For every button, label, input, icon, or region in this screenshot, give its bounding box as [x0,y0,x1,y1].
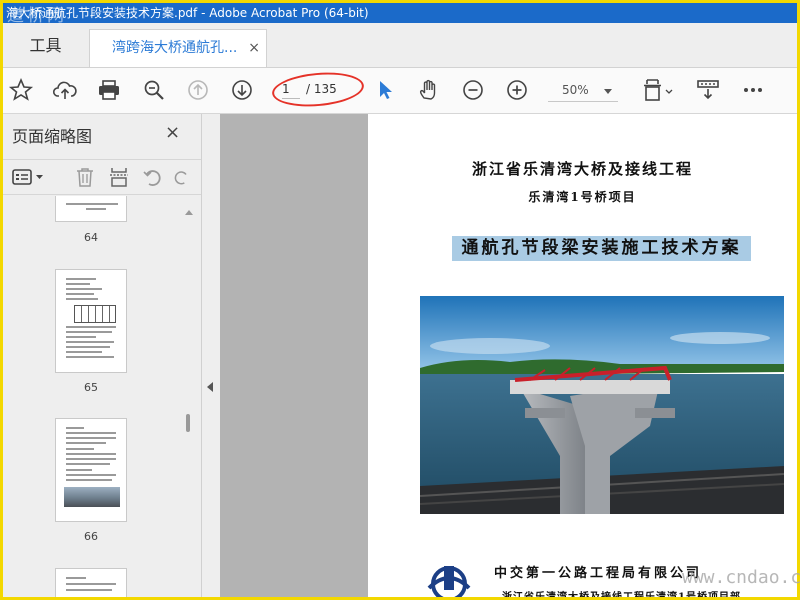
page-thumbnail[interactable] [55,568,127,597]
bridge-photo-image [420,296,784,514]
zoom-in-button[interactable] [501,74,533,106]
rotate-right-icon [174,171,187,185]
page-thumbnail[interactable] [55,418,127,522]
plus-circle-icon [507,80,527,100]
main-toolbar: 1 / 135 50% [3,68,797,114]
close-panel-icon[interactable]: × [165,122,180,143]
arrow-down-circle-icon [232,80,252,100]
more-icon [744,88,762,92]
scroll-up-icon[interactable] [185,210,193,215]
rotate-right-button[interactable] [171,166,191,188]
zoom-search-button[interactable] [138,74,170,106]
pdf-page: 浙江省乐清湾大桥及接线工程 乐清湾1号桥项目 通航孔节段梁安装施工技术方案 中交… [368,114,797,597]
hand-icon [419,79,436,100]
extract-page-icon [110,168,128,187]
tab-document-label: 湾跨海大桥通航孔... [112,40,238,56]
document-main-title: 通航孔节段梁安装施工技术方案 [452,236,751,261]
hand-tool-button[interactable] [413,74,445,106]
title-bar: 海大桥通航孔节段安装技术方案.pdf - Adobe Acrobat Pro (… [3,3,797,23]
page-navigator: 1 / 135 [270,69,366,110]
scroll-down-icon [697,80,719,100]
department-name: 浙江省乐清湾大桥及接线工程乐清湾1号桥项目部 [502,588,741,597]
scrollbar-thumb[interactable] [186,414,190,432]
document-heading: 浙江省乐清湾大桥及接线工程 [471,160,693,178]
page-thumbnails-panel: 页面缩略图 × 64 65 66 [3,114,202,597]
bookmark-star-button[interactable] [5,74,37,106]
trash-icon [77,168,93,187]
extract-pages-button[interactable] [107,166,131,188]
zoom-level-select[interactable]: 50% [548,81,618,102]
company-logo-icon [427,566,471,597]
tab-bar: 工具 湾跨海大桥通航孔... × [3,23,797,68]
arrow-up-circle-icon [188,80,208,100]
rotate-left-icon [143,170,161,186]
document-viewport[interactable]: 浙江省乐清湾大桥及接线工程 乐清湾1号桥项目 通航孔节段梁安装施工技术方案 中交… [220,114,797,597]
page-number-label: 64 [84,231,98,244]
document-subheading: 乐清湾1号桥项目 [528,190,637,204]
scroll-mode-button[interactable] [692,74,724,106]
cloud-upload-icon [52,81,77,99]
page-thumbnail[interactable] [55,269,127,373]
previous-page-button[interactable] [182,74,214,106]
zoom-level-value: 50% [562,83,589,97]
close-tab-icon[interactable]: × [248,30,260,66]
zoom-search-icon [144,80,164,100]
options-menu-button[interactable] [11,166,47,188]
minus-circle-icon [463,80,483,100]
next-page-button[interactable] [226,74,258,106]
chevron-down-icon [604,89,612,94]
app-window: 海大桥通航孔节段安装技术方案.pdf - Adobe Acrobat Pro (… [3,3,797,597]
watermark-logo-text: 道桥网 [7,6,67,26]
page-display-button[interactable] [639,74,679,106]
cursor-arrow-icon [380,81,392,99]
page-number-label: 65 [84,381,98,394]
red-highlight-ellipse [270,69,366,110]
star-icon [8,77,34,101]
panel-title: 页面缩略图 [12,127,93,146]
list-options-icon [12,169,43,185]
delete-pages-button[interactable] [73,166,97,188]
page-thumbnail[interactable] [55,196,127,222]
watermark-url: www.cndao.com [682,567,800,588]
print-button[interactable] [93,74,125,106]
thumbnail-toolbar [3,159,201,195]
tab-tools[interactable]: 工具 [3,23,88,67]
company-name: 中交第一公路工程局有限公司 [494,566,703,581]
zoom-out-button[interactable] [457,74,489,106]
collapse-panel-strip[interactable] [202,114,220,597]
thumbnail-list: 64 65 66 [3,196,185,597]
company-logo [424,562,474,597]
rotate-left-button[interactable] [141,166,165,188]
thumbnail-scrollbar[interactable] [183,206,195,597]
select-tool-button[interactable] [369,74,401,106]
tab-document[interactable]: 湾跨海大桥通航孔... × [89,29,267,67]
upload-cloud-button[interactable] [49,74,81,106]
more-tools-button[interactable] [737,74,769,106]
page-layout-icon [644,79,673,101]
page-number-label: 66 [84,530,98,543]
chevron-left-icon[interactable] [207,382,213,392]
printer-icon [99,80,119,100]
bridge-photo [420,296,784,514]
